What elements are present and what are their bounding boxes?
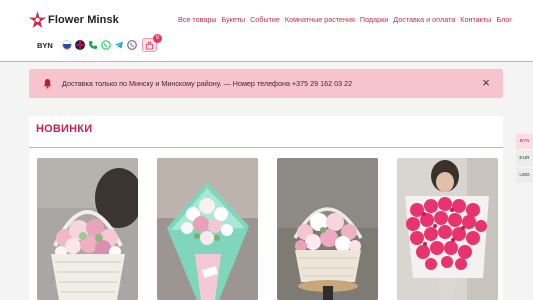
delivery-alert: Доставка только по Минску и Минскому рай… <box>29 69 503 98</box>
product-image <box>277 158 378 300</box>
flower-logo-icon <box>28 10 47 29</box>
cart-button[interactable]: 0 <box>142 34 162 52</box>
nav-item-gifts[interactable]: Подарки <box>360 15 388 24</box>
header-subbar: BYN 0 <box>30 34 162 53</box>
telegram-icon[interactable] <box>114 40 124 50</box>
brand-logo[interactable]: Flower Minsk <box>28 10 119 29</box>
currency-selector[interactable]: BYN <box>30 41 62 50</box>
page: Flower Minsk Все товары Букеты Событие К… <box>0 0 533 300</box>
close-icon[interactable]: × <box>481 76 491 89</box>
currency-option-byn[interactable]: BYN <box>516 134 533 149</box>
nav-item-events[interactable]: Событие <box>250 15 280 24</box>
nav-item-all-products[interactable]: Все товары <box>178 15 217 24</box>
nav-item-contacts[interactable]: Контакты <box>460 15 491 24</box>
phone-icon[interactable] <box>88 40 98 50</box>
ru-flag-icon[interactable] <box>62 40 72 50</box>
cart-count-badge: 0 <box>153 34 162 43</box>
shopping-bag-icon <box>145 40 154 50</box>
product-card[interactable] <box>157 158 258 300</box>
product-card[interactable] <box>37 158 138 300</box>
nav-item-delivery-payment[interactable]: Доставка и оплата <box>393 15 455 24</box>
currency-option-usd[interactable]: USD <box>516 168 533 183</box>
section-divider <box>29 147 503 148</box>
product-card[interactable] <box>397 158 498 300</box>
currency-option-eur[interactable]: EUR <box>516 151 533 166</box>
product-image <box>397 158 498 300</box>
site-header: Flower Minsk Все товары Букеты Событие К… <box>0 0 533 62</box>
product-image <box>37 158 138 300</box>
brand-name: Flower Minsk <box>48 13 119 26</box>
alert-message: Доставка только по Минску и Минскому рай… <box>62 79 353 88</box>
product-image <box>157 158 258 300</box>
uk-flag-icon[interactable] <box>75 40 85 50</box>
bell-icon <box>43 79 52 89</box>
nav-item-house-plants[interactable]: Комнатные растения <box>285 15 355 24</box>
whatsapp-icon[interactable] <box>101 40 111 50</box>
nav-item-blog[interactable]: Блог <box>496 15 512 24</box>
viber-icon[interactable] <box>127 40 137 50</box>
currency-rail: BYN EUR USD <box>516 134 533 185</box>
section-title: НОВИНКИ <box>36 123 93 135</box>
main-nav: Все товары Букеты Событие Комнатные раст… <box>178 15 512 24</box>
product-card[interactable] <box>277 158 378 300</box>
nav-item-bouquets[interactable]: Букеты <box>222 15 246 24</box>
